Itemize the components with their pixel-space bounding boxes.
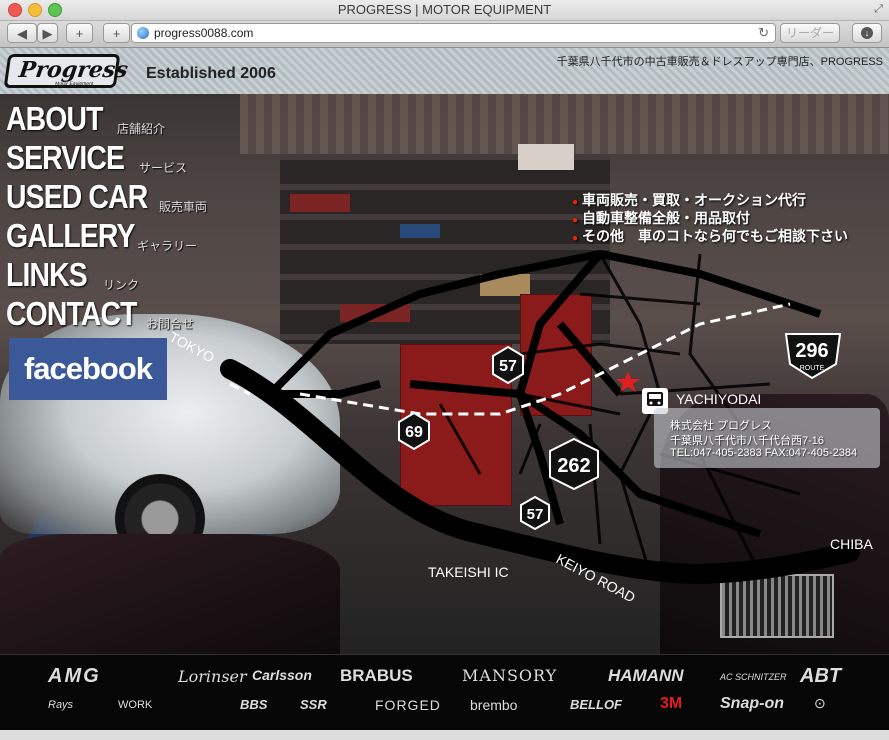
service-item: ● 車両販売・買取・オークション代行 — [572, 190, 806, 210]
nav-used-car-jp: 販売車両 — [159, 200, 208, 214]
nav-contact[interactable]: CONTACT お問合せ — [6, 295, 194, 333]
service-text: 車両販売・買取・オークション代行 — [582, 192, 807, 208]
address-bar[interactable]: progress0088.com ↻ — [131, 23, 776, 43]
page-content: Progress Motor Equipment Established 200… — [0, 48, 889, 740]
route-label: ROUTE — [800, 365, 825, 372]
brand-brembo: brembo — [470, 697, 518, 713]
logo-text: Progress — [17, 57, 130, 83]
service-item: ● 自動車整備全般・用品取付 — [572, 208, 750, 228]
brand-work: WORK — [118, 699, 153, 711]
nav-links-label[interactable]: LINKS — [6, 256, 88, 294]
nav-contact-label[interactable]: CONTACT — [6, 295, 137, 333]
facebook-button[interactable]: facebook — [9, 338, 167, 400]
header-tagline: 千葉県八千代市の中古車販売＆ドレスアップ専門店、PROGRESS — [556, 56, 883, 68]
route-shield-57a: 57 — [492, 345, 524, 385]
reload-icon[interactable]: ↻ — [758, 25, 769, 41]
window-bottom-edge — [0, 730, 889, 740]
nav-about-label[interactable]: ABOUT — [6, 100, 103, 138]
route-shield-57b: 57 — [520, 495, 550, 531]
route-number-262: 262 — [557, 455, 590, 477]
logo-subtext: Motor Equipment — [54, 81, 94, 87]
brand-logos-strip: AMG Lorinser Carlsson BRABUS MANSORY HAM… — [0, 654, 889, 740]
route-number-296: 296 — [795, 340, 828, 362]
service-text: その他 車のコトなら何でもご相談下さい — [582, 228, 849, 244]
window-titlebar: PROGRESS | MOTOR EQUIPMENT ⤢ — [0, 0, 889, 21]
service-text: 自動車整備全般・用品取付 — [582, 210, 751, 226]
nav-contact-jp: お問合せ — [146, 317, 195, 331]
nav-service-jp: サービス — [139, 161, 188, 175]
add-tab-button[interactable]: + — [66, 23, 93, 43]
brand-amg: AMG — [48, 665, 101, 687]
company-info-box: 株式会社 プログレス 千葉県八千代市八千代台西7-16 TEL:047-405-… — [654, 408, 880, 468]
company-name: 株式会社 プログレス — [670, 420, 773, 432]
label-tokyo: TOKYO — [167, 329, 218, 366]
forward-button[interactable]: ▶ — [37, 23, 58, 43]
globe-icon — [137, 27, 149, 39]
bullet-icon: ● — [572, 197, 579, 208]
brand-ac-schnitzer: AC SCHNITZER — [720, 672, 787, 682]
downloads-button[interactable]: ↓ — [852, 23, 882, 43]
brand-lorinser: Lorinser — [178, 667, 247, 686]
fullscreen-icon[interactable]: ⤢ — [874, 3, 883, 16]
site-header: Progress Motor Equipment Established 200… — [0, 48, 889, 96]
brand-rays: Rays — [48, 699, 74, 711]
label-yachiyodai: YACHIYODAI — [676, 391, 761, 407]
brand-bbs: BBS — [240, 697, 268, 712]
reader-button[interactable]: リーダー — [780, 23, 840, 43]
brand-3m: 3M — [660, 695, 683, 712]
download-icon: ↓ — [861, 27, 873, 39]
nav-about-jp: 店舗紹介 — [117, 122, 166, 136]
brand-brabus: BRABUS — [340, 666, 413, 685]
nav-gallery[interactable]: GALLERY ギャラリー — [6, 217, 197, 255]
route-number-57b: 57 — [527, 506, 544, 523]
browser-toolbar: ◀ ▶ + + progress0088.com ↻ リーダー ↓ — [0, 21, 889, 48]
route-shield-262: 262 — [549, 437, 599, 491]
brand-snap-on: Snap-on — [720, 695, 784, 712]
nav-gallery-label[interactable]: GALLERY — [6, 217, 135, 255]
route-number-69: 69 — [405, 424, 423, 441]
route-shield-69: 69 — [398, 411, 430, 451]
route-number-57a: 57 — [499, 358, 517, 375]
brand-carlsson: Carlsson — [252, 667, 312, 683]
brand-bellof: BELLOF — [570, 697, 622, 712]
company-phone-fax: TEL:047-405-2383 FAX:047-405-2384 — [670, 447, 858, 459]
nav-used-car-label[interactable]: USED CAR — [6, 178, 148, 216]
brand-mansory: MANSORY — [462, 666, 558, 685]
route-shield-296: 296 ROUTE — [784, 333, 842, 380]
bullet-icon: ● — [572, 215, 579, 226]
label-chiba: CHIBA — [830, 536, 873, 552]
brand-abt: ABT — [800, 665, 842, 687]
nav-gallery-jp: ギャラリー — [137, 239, 198, 253]
nav-service[interactable]: SERVICE サービス — [6, 139, 187, 177]
brand-emblem-icon: ⊙ — [814, 695, 826, 711]
brand-forged: FORGED — [375, 697, 441, 713]
progress-logo[interactable]: Progress Motor Equipment — [3, 54, 130, 88]
window-title: PROGRESS | MOTOR EQUIPMENT — [337, 2, 552, 17]
nav-links[interactable]: LINKS リンク — [6, 256, 139, 294]
service-item: ● その他 車のコトなら何でもご相談下さい — [572, 226, 848, 246]
nav-used-car[interactable]: USED CAR 販売車両 — [6, 178, 207, 216]
established-text: Established 2006 — [146, 65, 276, 82]
add-bookmark-button[interactable]: + — [103, 23, 130, 43]
nav-about[interactable]: ABOUT 店舗紹介 — [6, 100, 165, 138]
back-button[interactable]: ◀ — [7, 23, 37, 43]
company-address: 千葉県八千代市八千代台西7-16 — [670, 435, 825, 447]
url-text[interactable]: progress0088.com — [154, 26, 253, 40]
bullet-icon: ● — [572, 233, 579, 244]
brand-hamann: HAMANN — [608, 666, 684, 685]
nav-links-jp: リンク — [103, 278, 140, 292]
brand-ssr: SSR — [300, 697, 327, 712]
nav-service-label[interactable]: SERVICE — [6, 139, 125, 177]
label-takeishi-ic: TAKEISHI IC — [428, 564, 509, 580]
